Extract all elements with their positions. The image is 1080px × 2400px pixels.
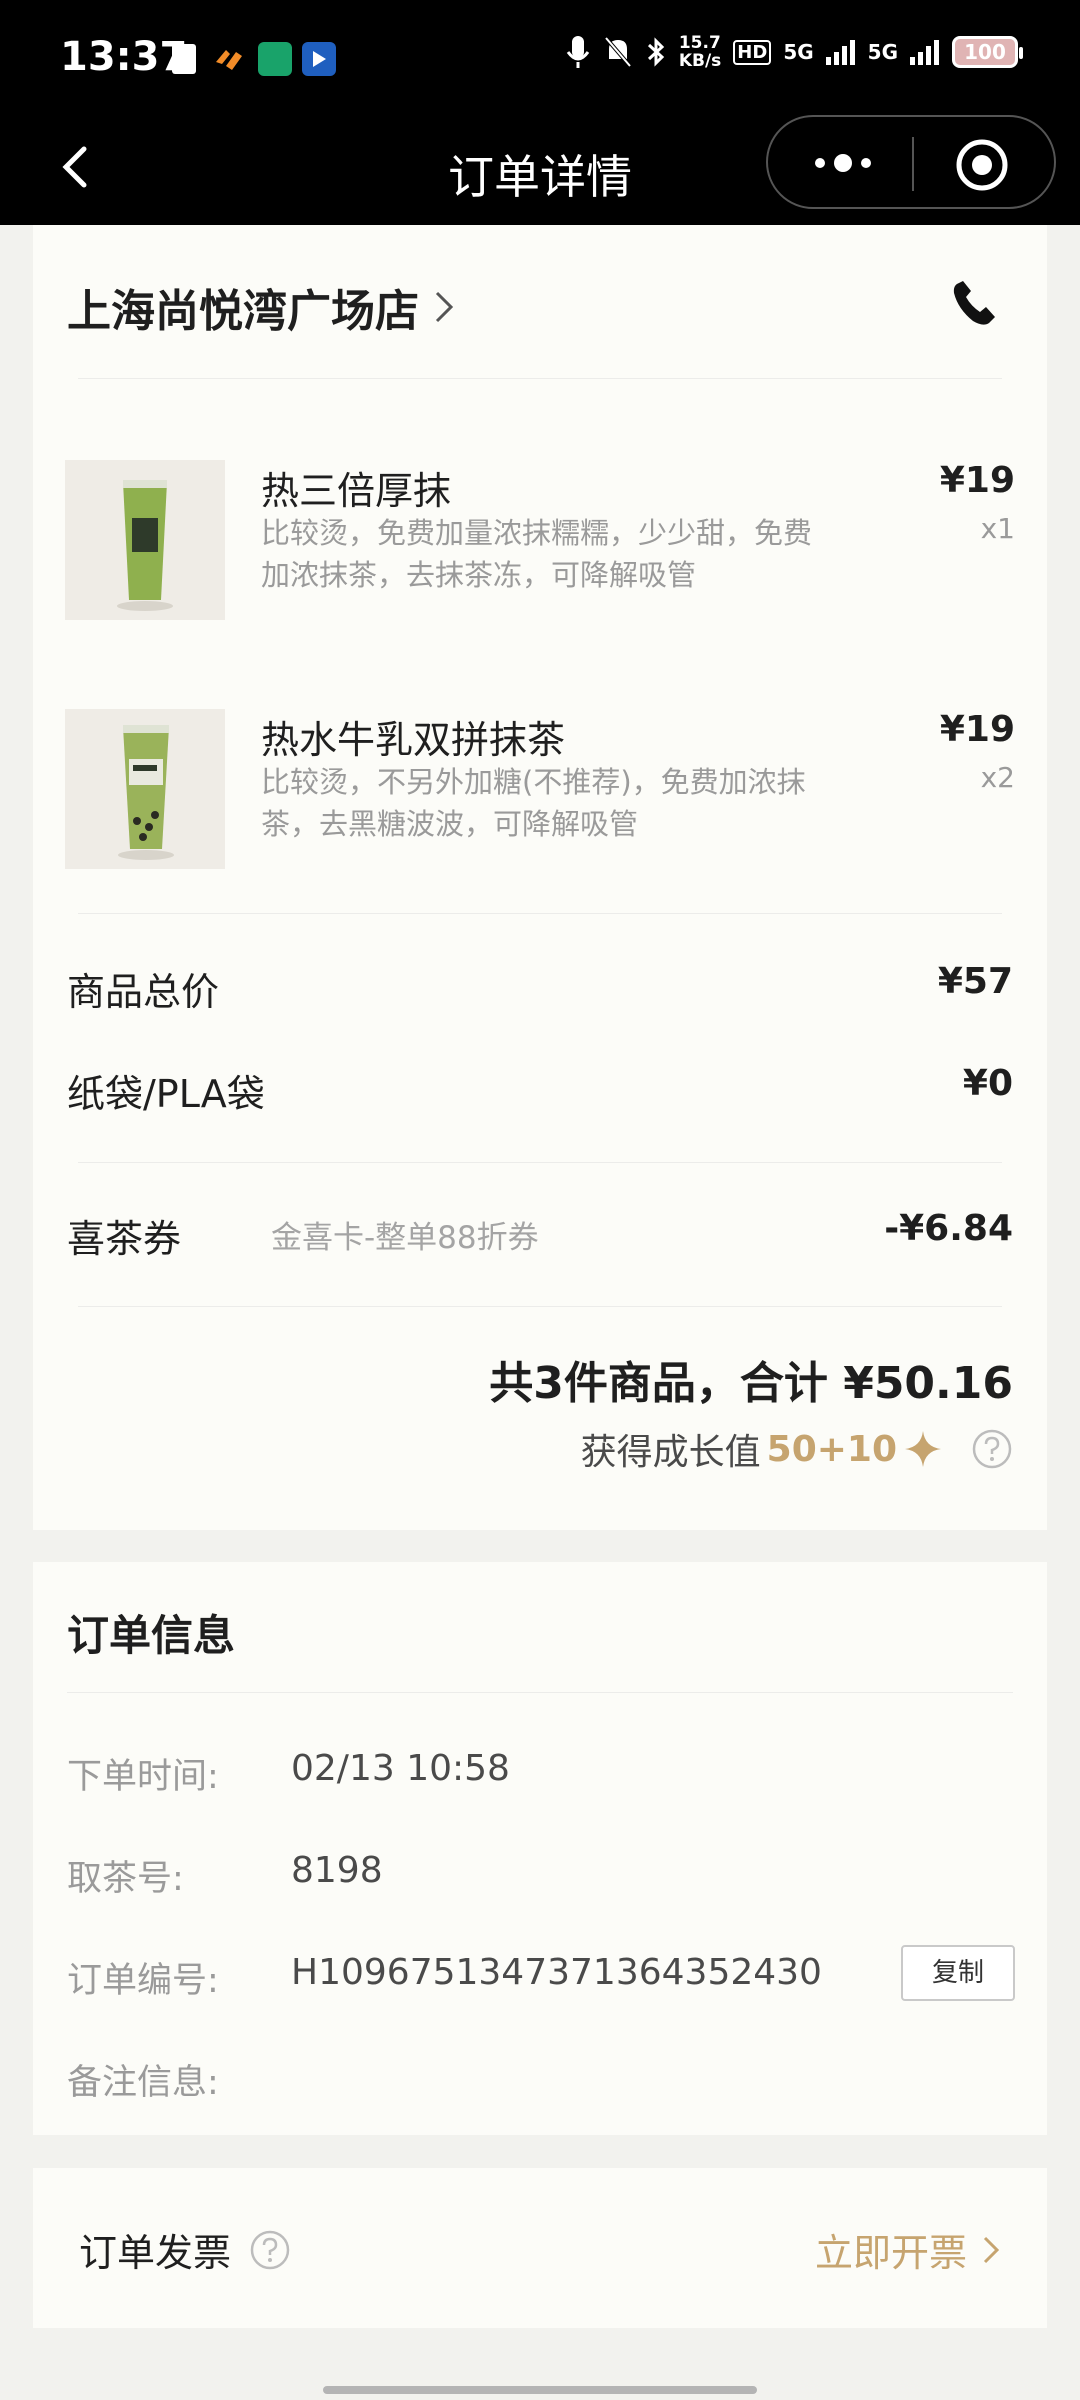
notification-icon-2 xyxy=(212,42,246,76)
network-speed: 15.7 KB/s xyxy=(678,33,722,71)
order-number-value: H1096751347371364352430 xyxy=(291,1952,822,1993)
order-time-value: 02/13 10:58 xyxy=(291,1748,510,1789)
order-items-card: 上海尚悦湾广场店 热三倍厚抹 比较烫，免费加量浓抹糯糯，少少甜，免费加浓抹茶，去… xyxy=(33,225,1047,1530)
goods-total-value: ¥57 xyxy=(937,961,1013,1002)
item-name: 热三倍厚抹 xyxy=(261,469,452,513)
store-name: 上海尚悦湾广场店 xyxy=(67,286,419,337)
item-name: 热水牛乳双拼抹茶 xyxy=(261,718,566,762)
chevron-right-icon xyxy=(435,291,454,323)
order-item: 热三倍厚抹 比较烫，免费加量浓抹糯糯，少少甜，免费加浓抹茶，去抹茶冻，可降解吸管… xyxy=(65,460,1015,620)
help-icon[interactable] xyxy=(249,2229,291,2271)
item-qty: x2 xyxy=(980,761,1015,794)
order-item: 热水牛乳双拼抹茶 比较烫，不另外加糖(不推荐)，免费加浓抹茶，去黑糖波波，可降解… xyxy=(65,709,1015,869)
mic-icon xyxy=(566,36,590,68)
notification-icon-3 xyxy=(258,42,292,76)
status-bar: 13:37 15.7 KB/s HD 5G 5G 100 xyxy=(0,0,1080,115)
pickup-number-value: 8198 xyxy=(291,1850,383,1891)
divider xyxy=(78,913,1002,914)
divider xyxy=(78,1306,1002,1307)
bag-value: ¥0 xyxy=(962,1063,1013,1104)
pickup-number-label: 取茶号: xyxy=(67,1859,184,1899)
growth-points: 获得成长值 50+10 xyxy=(581,1423,1013,1475)
item-desc: 比较烫，不另外加糖(不推荐)，免费加浓抹茶，去黑糖波波，可降解吸管 xyxy=(261,765,806,841)
growth-label: 获得成长值 xyxy=(580,1432,761,1473)
item-price: ¥19 xyxy=(939,460,1015,501)
home-indicator[interactable] xyxy=(323,2386,757,2394)
invoice-card: 订单发票 立即开票 xyxy=(33,2168,1047,2328)
chevron-right-icon xyxy=(983,2236,1000,2263)
growth-value: 50+10 xyxy=(766,1428,897,1470)
hd-icon: HD xyxy=(733,39,772,65)
remark-label: 备注信息: xyxy=(67,2063,219,2103)
item-price: ¥19 xyxy=(939,709,1015,750)
divider xyxy=(67,1692,1013,1693)
store-link[interactable]: 上海尚悦湾广场店 xyxy=(67,275,455,339)
bluetooth-icon xyxy=(647,37,664,67)
more-dots-icon[interactable] xyxy=(810,141,876,185)
order-total: 共3件商品，合计 ¥50.16 xyxy=(489,1358,1013,1409)
mute-bell-icon xyxy=(604,36,632,68)
coupon-label: 喜茶券 xyxy=(67,1217,182,1261)
network-type-2: 5G xyxy=(867,40,898,64)
signal-icon-2 xyxy=(910,40,939,65)
coupon-desc: 金喜卡-整单88折券 xyxy=(271,1220,539,1256)
order-time-label: 下单时间: xyxy=(67,1757,219,1797)
bag-label: 纸袋/PLA袋 xyxy=(67,1072,265,1116)
capsule-divider xyxy=(912,137,914,191)
nav-bar: 订单详情 xyxy=(0,115,1080,225)
help-icon[interactable] xyxy=(971,1428,1013,1470)
notification-icon-4 xyxy=(302,42,336,76)
battery-icon: 100 xyxy=(952,36,1023,68)
status-right: 15.7 KB/s HD 5G 5G 100 xyxy=(565,33,1023,71)
copy-button[interactable]: 复制 xyxy=(901,1945,1015,2001)
issue-invoice-button[interactable]: 立即开票 xyxy=(815,2222,1001,2277)
invoice-label: 订单发票 xyxy=(79,2231,232,2275)
product-image xyxy=(65,460,225,620)
goods-total-label: 商品总价 xyxy=(67,970,220,1014)
product-image xyxy=(65,709,225,869)
issue-invoice-label: 立即开票 xyxy=(814,2231,967,2275)
status-time: 13:37 xyxy=(60,34,188,80)
divider xyxy=(78,1162,1002,1163)
phone-icon[interactable] xyxy=(949,277,1001,329)
order-info-card: 订单信息 下单时间: 02/13 10:58 取茶号: 8198 订单编号: H… xyxy=(33,1562,1047,2135)
network-type-1: 5G xyxy=(783,40,814,64)
item-desc: 比较烫，免费加量浓抹糯糯，少少甜，免费加浓抹茶，去抹茶冻，可降解吸管 xyxy=(261,516,813,592)
miniprogram-capsule xyxy=(766,115,1056,209)
order-info-title: 订单信息 xyxy=(67,1611,236,1660)
notification-icon-1 xyxy=(172,44,196,74)
order-number-label: 订单编号: xyxy=(67,1961,219,2001)
sparkle-icon xyxy=(905,1431,941,1467)
coupon-value: -¥6.84 xyxy=(884,1208,1013,1249)
signal-icon-1 xyxy=(825,40,855,65)
item-qty: x1 xyxy=(980,512,1015,545)
invoice-label-group: 订单发票 xyxy=(79,2222,291,2277)
divider xyxy=(78,378,1002,379)
close-target-icon[interactable] xyxy=(954,137,1010,193)
